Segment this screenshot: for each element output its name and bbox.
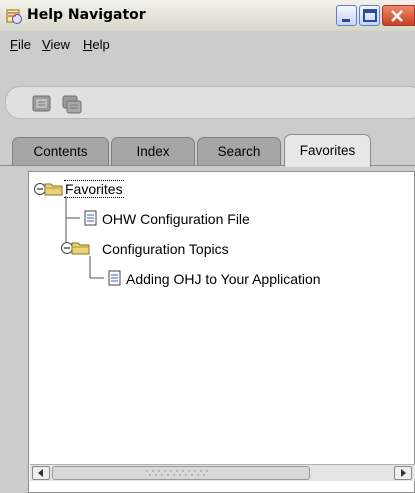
help-navigator-window: Help Navigator File View Help Contents I… <box>0 0 415 493</box>
scroll-right-button[interactable] <box>394 466 412 480</box>
scroll-left-button[interactable] <box>32 466 50 480</box>
document-icon <box>108 270 121 286</box>
tree-node-adding-ohj[interactable]: Adding OHJ to Your Application <box>126 271 321 287</box>
scroll-left-icon <box>38 469 43 477</box>
tree-node-ohw-configuration-file[interactable]: OHW Configuration File <box>102 211 250 227</box>
horizontal-scrollbar[interactable] <box>30 464 415 481</box>
tree-node-favorites[interactable]: Favorites <box>64 180 124 198</box>
folder-icon <box>71 242 90 255</box>
tree-node-configuration-topics[interactable]: Configuration Topics <box>102 241 229 257</box>
tree-node-label: Favorites <box>64 180 124 198</box>
scroll-right-icon <box>401 469 406 477</box>
scroll-thumb[interactable] <box>52 466 310 480</box>
document-icon <box>84 210 97 226</box>
tab-favorites[interactable]: Favorites <box>284 134 371 167</box>
grip-icon <box>146 470 208 476</box>
folder-icon <box>44 183 63 196</box>
